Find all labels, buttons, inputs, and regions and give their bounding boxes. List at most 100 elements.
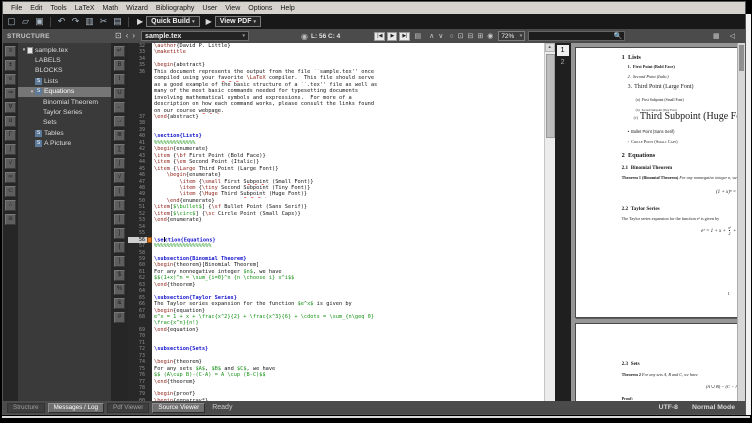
view-pdf-selector[interactable]: View PDF ▾: [215, 16, 261, 27]
panel-tab-icon-6[interactable]: α: [5, 116, 16, 127]
first-page-icon[interactable]: |◀: [374, 32, 385, 41]
editor-scrollbar-thumb[interactable]: [546, 54, 555, 138]
math-tool-icon-18[interactable]: %: [114, 284, 125, 295]
math-tool-icon-3[interactable]: I: [114, 74, 125, 85]
tree-item-blocks[interactable]: BLOCKS: [18, 66, 111, 76]
fit-width-icon[interactable]: ⊡: [458, 32, 464, 40]
tree-item-equations[interactable]: ▾SEquations: [18, 87, 111, 97]
panel-tab-icon-11[interactable]: ⊂: [5, 186, 16, 197]
panel-toggle-source-viewer[interactable]: Source Viewer: [152, 403, 205, 413]
math-tool-icon-14[interactable]: ]: [114, 228, 125, 239]
editor-scrollbar[interactable]: ▴: [544, 43, 555, 401]
math-tool-icon-4[interactable]: U: [114, 88, 125, 99]
continuous-mode-icon[interactable]: ▤: [414, 32, 421, 40]
scroll-up-icon[interactable]: ▴: [545, 43, 555, 52]
print-icon[interactable]: ▦: [713, 32, 720, 40]
page-list-item-1[interactable]: 1: [557, 45, 569, 56]
pdf-viewer[interactable]: 1 Lists 1.First Point (Bold Face)2.Secon…: [571, 43, 737, 401]
tree-item-a-picture[interactable]: SA Picture: [18, 139, 111, 149]
math-tool-icon-12[interactable]: ): [114, 200, 125, 211]
panel-tab-icon-2[interactable]: ±: [5, 60, 16, 71]
presentation-mode-icon[interactable]: ◉: [487, 32, 493, 40]
open-file-selector[interactable]: sample.tex ▾: [141, 31, 249, 41]
tree-item-tables[interactable]: STables: [18, 128, 111, 138]
panel-tab-icon-13[interactable]: ≅: [5, 214, 16, 225]
panel-tab-icon-1[interactable]: ≡: [5, 46, 16, 57]
math-tool-icon-16[interactable]: }: [114, 256, 125, 267]
panel-tab-icon-4[interactable]: ⇒: [5, 88, 16, 99]
menu-wizard[interactable]: Wizard: [122, 4, 152, 13]
open-file-icon[interactable]: ▱: [20, 17, 31, 26]
chevron-down-icon: ▾: [254, 19, 257, 25]
zoom-level-selector[interactable]: 72% ▾: [498, 31, 525, 41]
panel-tab-icon-9[interactable]: √: [5, 158, 16, 169]
panel-tab-icon-7[interactable]: Γ: [5, 130, 16, 141]
panel-tab-icon-8[interactable]: ∫: [5, 144, 16, 155]
menu-view[interactable]: View: [221, 4, 244, 13]
pdf-scrollbar-thumb[interactable]: [739, 45, 744, 71]
source-editor[interactable]: 32\author{David P. Little}33\maketitle34…: [128, 43, 544, 401]
quick-build-run-icon[interactable]: ▶: [137, 17, 143, 26]
tree-item-sample.tex[interactable]: ▾sample.tex: [18, 45, 111, 55]
math-tool-icon-13[interactable]: [: [114, 214, 125, 225]
math-tool-icon-15[interactable]: {: [114, 242, 125, 253]
fit-page-icon[interactable]: ⊟: [467, 32, 473, 40]
tree-item-taylor-series[interactable]: Taylor Series: [18, 107, 111, 117]
quick-build-selector[interactable]: Quick Build ▾: [146, 16, 199, 27]
tree-item-lists[interactable]: SLists: [18, 76, 111, 86]
math-tool-icon-7[interactable]: ≣: [114, 130, 125, 141]
math-tool-icon-1[interactable]: ↵: [114, 46, 125, 57]
cut-icon[interactable]: ✂: [98, 17, 109, 26]
new-file-icon[interactable]: ▢: [6, 17, 17, 26]
menu-file[interactable]: File: [7, 4, 26, 13]
menu-bibliography[interactable]: Bibliography: [152, 4, 199, 13]
redo-icon[interactable]: ↷: [70, 17, 81, 26]
pdf-scrollbar[interactable]: [737, 43, 745, 401]
undo-icon[interactable]: ↶: [56, 17, 67, 26]
next-page-icon[interactable]: ∨: [438, 32, 443, 40]
panel-toggle-structure[interactable]: Structure: [7, 403, 45, 413]
panel-tab-icon-10[interactable]: ∞: [5, 172, 16, 183]
pdf-search-input[interactable]: 🔍: [528, 31, 625, 41]
panel-tab-icon-5[interactable]: ∀: [5, 102, 16, 113]
math-tool-icon-9[interactable]: ∫: [114, 158, 125, 169]
menu-edit[interactable]: Edit: [26, 4, 46, 13]
panel-toggle-messages-log[interactable]: Messages / Log: [48, 403, 104, 413]
tree-item-sets[interactable]: Sets: [18, 118, 111, 128]
math-tool-icon-11[interactable]: (: [114, 186, 125, 197]
menu-math[interactable]: Math: [99, 4, 123, 13]
math-tool-icon-19[interactable]: &: [114, 298, 125, 309]
menu-user[interactable]: User: [198, 4, 221, 13]
math-tool-icon-2[interactable]: B: [114, 60, 125, 71]
math-tool-icon-5[interactable]: ←: [114, 102, 125, 113]
save-file-icon[interactable]: ▣: [34, 17, 45, 26]
math-tool-icon-6[interactable]: →: [114, 116, 125, 127]
pdf-list-item: (a)First Subpoint (Small Font): [636, 98, 684, 102]
next-page-icon[interactable]: ▶: [387, 32, 397, 41]
menu-options[interactable]: Options: [244, 4, 276, 13]
math-tool-icon-8[interactable]: ∑: [114, 144, 125, 155]
math-tool-icon-10[interactable]: √: [114, 172, 125, 183]
math-tool-icon-20[interactable]: #: [114, 312, 125, 323]
external-viewer-icon[interactable]: ◁: [730, 32, 735, 40]
next-document-icon[interactable]: ›: [132, 32, 135, 40]
sync-view-icon[interactable]: ⊡: [115, 32, 122, 40]
menu-latex[interactable]: LaTeX: [71, 4, 99, 13]
zoom-in-icon[interactable]: ⊞: [477, 32, 483, 40]
math-tool-icon-17[interactable]: $: [114, 270, 125, 281]
previous-document-icon[interactable]: ‹: [126, 32, 129, 40]
tree-item-labels[interactable]: LABELS: [18, 55, 111, 65]
panel-toggle-pdf-viewer[interactable]: Pdf Viewer: [107, 403, 149, 413]
menu-help[interactable]: Help: [276, 4, 298, 13]
page-list-item-2[interactable]: 2: [557, 57, 569, 68]
menu-tools[interactable]: Tools: [46, 4, 70, 13]
panel-tab-icon-3[interactable]: ≤: [5, 74, 16, 85]
panel-tab-icon-12[interactable]: ∴: [5, 200, 16, 211]
previous-page-icon[interactable]: ∧: [429, 32, 434, 40]
original-size-icon[interactable]: ○: [449, 33, 453, 40]
copy-icon[interactable]: ▥: [84, 17, 95, 26]
view-pdf-run-icon[interactable]: ▶: [206, 17, 212, 26]
last-page-icon[interactable]: ▶|: [399, 32, 410, 41]
tree-item-binomial-theorem[interactable]: Binomial Theorem: [18, 97, 111, 107]
paste-icon[interactable]: ▤: [112, 17, 123, 26]
